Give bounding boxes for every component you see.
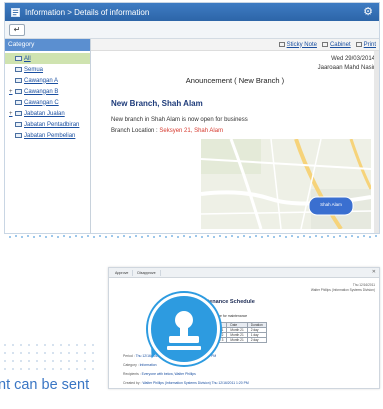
schedule-date-block: Thu 12/16/2011 Walter Phillips (Informat… [311, 283, 375, 292]
folder-icon [15, 56, 22, 61]
sticky-note-label: Sticky Note [286, 41, 317, 48]
feature-caption: nt can be sent [0, 377, 90, 393]
meta-value: Information [139, 363, 157, 367]
folder-icon [15, 89, 22, 94]
vertical-scrollbar[interactable] [374, 51, 379, 233]
sidebar-item-label: Cawangan C [24, 99, 59, 106]
information-window: Information > Details of information ⚙ ↵… [4, 2, 380, 234]
title-bar: Information > Details of information ⚙ [5, 3, 379, 21]
decorative-dot-grid [4, 344, 94, 370]
sidebar-item-label: All [24, 55, 31, 62]
sticky-note-link[interactable]: Sticky Note [278, 41, 317, 48]
meta-key: Created by : [123, 381, 142, 385]
meta-value: Walter Phillips (Information Systems Div… [142, 381, 249, 385]
tab-approve[interactable]: Approve [111, 269, 134, 276]
cabinet-label: Cabinet [329, 41, 351, 48]
meta-recipients: Recipients : Everyone with below, Walter… [123, 372, 196, 376]
action-bar: Sticky Note Cabinet Print [91, 39, 379, 51]
sidebar-item[interactable]: + Cawangan B [5, 86, 90, 97]
post-date-block: Wed 29/03/2014 Jaaroaan Mahd Nasir [318, 55, 375, 73]
map-graphic [201, 139, 371, 229]
location-map[interactable]: Shah Alam [201, 139, 371, 229]
stamp-icon [167, 311, 201, 350]
sidebar-item-label: Cawangan B [24, 88, 59, 95]
sidebar-item-label: Semua [24, 66, 44, 73]
meta-key: Period : [123, 354, 135, 358]
category-list: All Semua Cawangan A + Cawangan B Cawangan C +… [5, 51, 90, 141]
sidebar-item[interactable]: Semua [5, 64, 90, 75]
table-cell: Month 21 [226, 337, 248, 343]
sidebar-item[interactable]: Jabatan Pembelian [5, 130, 90, 141]
approval-tabs: Approve Disapprove [109, 268, 379, 278]
print-label: Print [363, 41, 376, 48]
map-marker-label: Shah Alam [320, 202, 342, 207]
dotted-divider [9, 235, 377, 238]
post-date: Wed 29/03/2014 [331, 56, 375, 62]
sidebar-item[interactable]: Cawangan A [5, 75, 90, 86]
branch-location: Branch Location : Seksyen 21, Shah Alam [111, 128, 223, 134]
sidebar-header: Category [5, 39, 90, 51]
stamp-badge [148, 293, 220, 365]
post-author: Jaaroaan Mahd Nasir [317, 65, 375, 71]
back-arrow-icon: ↵ [13, 24, 21, 34]
folder-icon [15, 111, 22, 116]
meta-category: Category : Information [123, 363, 157, 367]
information-icon [11, 7, 20, 17]
cabinet-icon [321, 42, 328, 47]
location-label: Branch Location : [111, 128, 158, 134]
sidebar-item[interactable]: Cawangan C [5, 97, 90, 108]
folder-icon [15, 67, 22, 72]
sidebar-item-label: Jabatan Pentadbiran [24, 121, 80, 128]
breadcrumb: Information > Details of information [25, 7, 150, 17]
branch-title: New Branch, Shah Alam [111, 99, 203, 108]
sidebar-item[interactable]: + Jabatan Jualan [5, 108, 90, 119]
meta-key: Category : [123, 363, 139, 367]
cabinet-link[interactable]: Cabinet [321, 41, 351, 48]
meta-created-by: Created by : Walter Phillips (Informatio… [123, 381, 249, 385]
sidebar-item-label: Jabatan Pembelian [24, 132, 76, 139]
print-icon [355, 42, 362, 47]
branch-description: New branch in Shah Alam is now open for … [111, 117, 248, 123]
folder-icon [15, 78, 22, 83]
print-link[interactable]: Print [355, 41, 376, 48]
tab-disapprove[interactable]: Disapprove [133, 269, 161, 276]
back-button[interactable]: ↵ [9, 23, 25, 36]
detail-panel: Sticky Note Cabinet Print Wed 29/03/2014… [91, 39, 379, 233]
sidebar-item[interactable]: Jabatan Pentadbiran [5, 119, 90, 130]
meta-key: Recipients : [123, 372, 141, 376]
schedule-author: Walter Phillips (Information Systems Div… [310, 287, 375, 292]
table-cell: 2 day [246, 337, 267, 343]
folder-icon [15, 133, 22, 138]
sidebar-item-label: Cawangan A [24, 77, 59, 84]
meta-value: Everyone with below, Walter Phillips [141, 372, 196, 376]
close-icon[interactable]: ✕ [372, 269, 376, 275]
category-sidebar: Category All Semua Cawangan A + Cawangan B Ca… [5, 39, 91, 233]
folder-icon [15, 100, 22, 105]
gear-icon[interactable]: ⚙ [363, 6, 373, 18]
announcement-title: Anouncement ( New Branch ) [185, 76, 285, 85]
folder-icon [15, 122, 22, 127]
toolbar: ↵ [5, 21, 379, 39]
location-value: Seksyen 21, Shah Alam [159, 128, 224, 134]
sticky-note-icon [278, 42, 285, 47]
sidebar-item-label: Jabatan Jualan [24, 110, 65, 117]
sidebar-item[interactable]: All [5, 53, 90, 64]
